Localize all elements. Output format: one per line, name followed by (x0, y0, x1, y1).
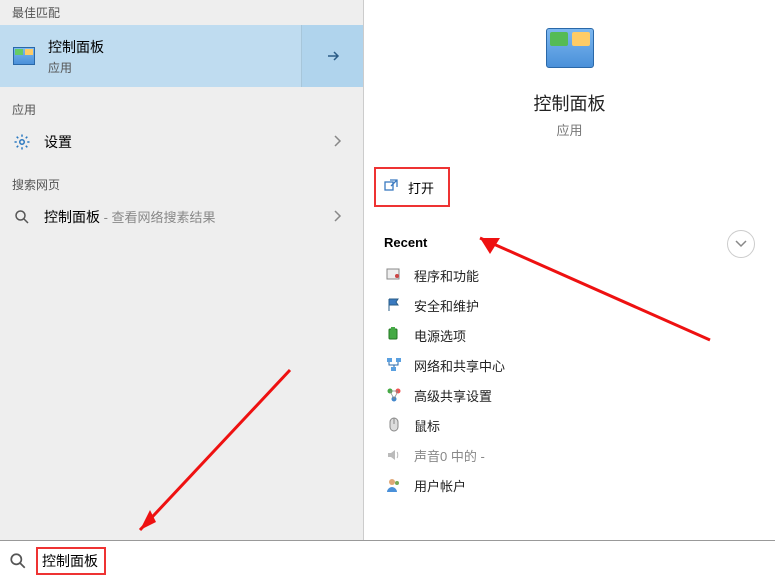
arrow-right-icon (325, 48, 341, 64)
users-icon (384, 477, 404, 493)
recent-item-power[interactable]: 电源选项 (384, 320, 755, 350)
recent-item-label: 网络和共享中心 (414, 356, 505, 375)
recent-item-sharing[interactable]: 高级共享设置 (384, 380, 755, 410)
recent-item-label: 用户帐户 (414, 476, 466, 495)
chevron-down-icon (734, 239, 748, 249)
section-web-header: 搜索网页 (0, 172, 363, 197)
section-best-match-header: 最佳匹配 (0, 0, 363, 25)
recent-item-mouse[interactable]: 鼠标 (384, 410, 755, 440)
results-panel: 最佳匹配 控制面板 应用 应用 设置 搜索网页 控制面板 - 查看网络搜素结果 (0, 0, 364, 540)
apps-item-settings[interactable]: 设置 (0, 122, 363, 162)
web-item[interactable]: 控制面板 - 查看网络搜素结果 (0, 197, 363, 237)
recent-item-sound[interactable]: 声音0 中的 - (384, 440, 755, 470)
recent-item-label: 高级共享设置 (414, 386, 492, 405)
preview-subtitle: 应用 (556, 120, 582, 139)
recent-item-label: 程序和功能 (414, 266, 479, 285)
flag-icon (384, 297, 404, 313)
preview-panel: 控制面板 应用 打开 Recent 程序和功能 安全和维护 电源选项 网络和共享… (364, 0, 775, 540)
web-item-text: 控制面板 (44, 209, 100, 225)
best-match-expand-button[interactable] (301, 25, 363, 87)
recent-item-label: 安全和维护 (414, 296, 479, 315)
recent-item-label: 声音0 中的 - (414, 446, 485, 465)
mouse-icon (384, 417, 404, 433)
gear-icon (10, 133, 34, 151)
recent-item-security[interactable]: 安全和维护 (384, 290, 755, 320)
best-match-item[interactable]: 控制面板 应用 (0, 25, 363, 87)
recent-item-network[interactable]: 网络和共享中心 (384, 350, 755, 380)
search-icon (10, 209, 34, 225)
web-item-suffix: - 查看网络搜素结果 (100, 210, 216, 225)
search-bar (0, 540, 775, 581)
programs-icon (384, 267, 404, 283)
preview-title: 控制面板 (534, 90, 606, 116)
best-match-title: 控制面板 (48, 37, 301, 57)
best-match-subtitle: 应用 (48, 59, 301, 76)
network-icon (384, 357, 404, 373)
section-apps-header: 应用 (0, 97, 363, 122)
power-icon (384, 327, 404, 343)
collapse-button[interactable] (727, 230, 755, 258)
recent-item-users[interactable]: 用户帐户 (384, 470, 755, 500)
recent-item-programs[interactable]: 程序和功能 (384, 260, 755, 290)
control-panel-icon (546, 28, 594, 76)
recent-item-label: 电源选项 (414, 326, 466, 345)
open-button[interactable]: 打开 (374, 167, 450, 207)
open-icon (384, 179, 398, 196)
recent-item-label: 鼠标 (414, 416, 440, 435)
speaker-icon (384, 447, 404, 463)
open-label: 打开 (408, 178, 434, 197)
sharing-icon (384, 387, 404, 403)
search-input[interactable] (36, 547, 106, 575)
search-icon (0, 552, 36, 570)
control-panel-icon (0, 47, 48, 65)
chevron-right-icon (333, 134, 353, 151)
chevron-right-icon (333, 209, 353, 226)
recent-header: Recent (384, 235, 755, 250)
apps-item-label: 设置 (44, 132, 333, 152)
